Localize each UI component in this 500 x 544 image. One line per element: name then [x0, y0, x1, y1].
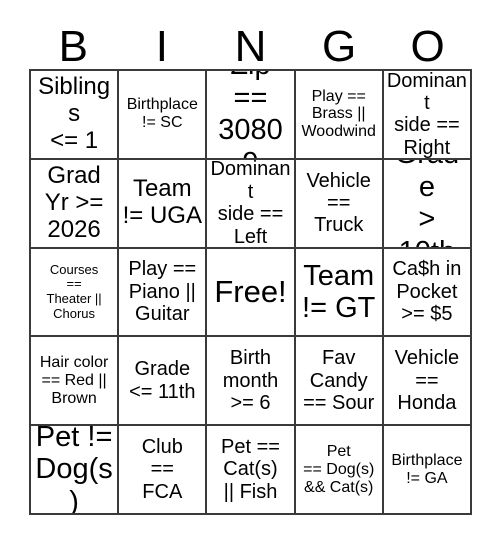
bingo-cell[interactable]: Pet != Dog(s): [31, 426, 120, 515]
bingo-cell-label: Pet == Dog(s) && Cat(s): [303, 442, 375, 496]
bingo-cell-label: Siblings <= 1: [38, 73, 111, 154]
bingo-cell-label: Birthplace != SC: [126, 96, 198, 132]
bingo-cell[interactable]: Zip == 30809: [207, 71, 296, 160]
bingo-cell-label: Grade <= 11th: [129, 358, 196, 403]
bingo-cell[interactable]: Vehicle == Honda: [383, 337, 472, 427]
bingo-cell-label: Team != GT: [302, 259, 376, 324]
bingo-cell[interactable]: Grade <= 11th: [119, 337, 208, 427]
bingo-cell-label: Team != UGA: [122, 175, 202, 230]
bingo-cell-label: Club == FCA: [141, 436, 183, 503]
bingo-cell[interactable]: Team != UGA: [119, 159, 208, 249]
bingo-cell[interactable]: Play == Brass || Woodwind: [295, 71, 384, 160]
bingo-cell[interactable]: Club == FCA: [119, 426, 208, 515]
bingo-cell[interactable]: Play == Piano || Guitar: [119, 248, 208, 338]
bingo-cell-label: Ca$h in Pocket >= $5: [392, 258, 462, 326]
bingo-grid: Siblings <= 1 Birthplace != SC Zip == 30…: [29, 69, 472, 515]
bingo-cell-label: Birthplace != GA: [391, 451, 463, 487]
bingo-header-letter-o: O: [410, 22, 445, 71]
bingo-cell[interactable]: Team != GT: [295, 248, 384, 338]
bingo-cell[interactable]: Birthplace != SC: [119, 71, 208, 160]
bingo-cell[interactable]: Grade > 10th: [383, 159, 472, 249]
bingo-cell-label: Fav Candy == Sour: [303, 347, 375, 414]
bingo-cell[interactable]: Pet == Dog(s) && Cat(s): [295, 426, 384, 515]
bingo-cell-label: Birth month >= 6: [222, 347, 279, 414]
bingo-cell-label: Play == Brass || Woodwind: [301, 87, 376, 141]
bingo-header-letter-b: B: [58, 22, 88, 71]
bingo-cell[interactable]: Ca$h in Pocket >= $5: [383, 248, 472, 338]
bingo-cell-label: Grade > 10th: [395, 160, 459, 247]
bingo-cell[interactable]: Grad Yr >= 2026: [31, 159, 120, 249]
bingo-cell-label: Vehicle == Truck: [306, 169, 371, 237]
bingo-cell-label: Pet == Cat(s) || Fish: [221, 436, 280, 503]
bingo-header: B I N G O: [29, 14, 472, 69]
bingo-cell-label: Dominant side == Right: [386, 71, 467, 159]
bingo-cell-label: Hair color == Red || Brown: [39, 353, 109, 407]
bingo-cell-label: Play == Piano || Guitar: [128, 258, 197, 326]
bingo-cell-label: Vehicle == Honda: [394, 347, 460, 414]
bingo-header-letter-i: I: [155, 22, 168, 71]
bingo-cell[interactable]: Dominant side == Left: [207, 159, 296, 249]
bingo-cell[interactable]: Hair color == Red || Brown: [31, 337, 120, 427]
bingo-cell[interactable]: Birth month >= 6: [207, 337, 296, 427]
bingo-header-letter-n: N: [234, 22, 267, 71]
bingo-cell-label: Grad Yr >= 2026: [44, 161, 104, 243]
bingo-free-label: Free!: [214, 273, 287, 309]
bingo-cell[interactable]: Fav Candy == Sour: [295, 337, 384, 427]
bingo-card: B I N G O Siblings <= 1 Birthplace != SC…: [0, 0, 500, 544]
bingo-cell-label: Zip == 30809: [218, 71, 283, 158]
bingo-cell[interactable]: Dominant side == Right: [383, 71, 472, 160]
bingo-cell-label: Courses == Theater || Chorus: [46, 261, 102, 321]
bingo-cell[interactable]: Birthplace != GA: [383, 426, 472, 515]
bingo-header-letter-g: G: [321, 22, 357, 71]
bingo-cell-label: Pet != Dog(s): [35, 426, 113, 515]
bingo-cell[interactable]: Pet == Cat(s) || Fish: [207, 426, 296, 515]
bingo-cell-label: Dominant side == Left: [210, 159, 291, 248]
bingo-cell[interactable]: Siblings <= 1: [31, 71, 120, 160]
bingo-cell[interactable]: Vehicle == Truck: [295, 159, 384, 249]
bingo-cell[interactable]: Courses == Theater || Chorus: [31, 248, 120, 338]
bingo-cell-free[interactable]: Free!: [207, 248, 296, 338]
